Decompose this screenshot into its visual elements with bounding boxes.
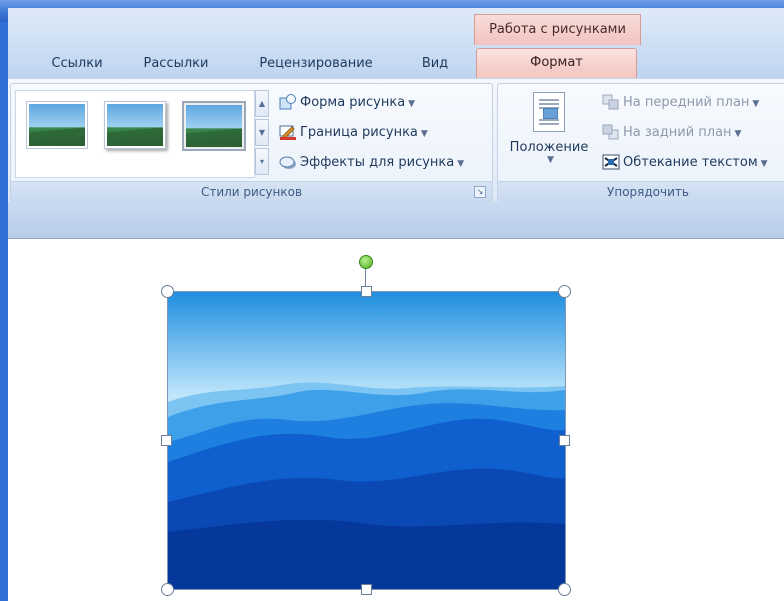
landscape-thumbnail <box>107 104 163 146</box>
gallery-scroll: ▲ ▼ ▾ <box>255 90 269 176</box>
picture-styles-gallery <box>15 90 255 178</box>
word-window: Работа с рисунками Ссылки Рассылки Рецен… <box>8 8 784 601</box>
resize-handle-top-right[interactable] <box>558 285 571 298</box>
bring-to-front-button[interactable]: На передний план ▼ <box>602 92 759 114</box>
send-to-back-button[interactable]: На задний план ▼ <box>602 122 741 144</box>
dialog-launcher-icon[interactable]: ↘ <box>474 186 486 198</box>
resize-handle-left[interactable] <box>161 435 172 446</box>
resize-handle-top[interactable] <box>361 286 372 297</box>
tab-view[interactable]: Вид <box>412 52 458 76</box>
contextual-tab-header: Работа с рисунками <box>474 14 641 45</box>
text-wrap-label: Обтекание текстом <box>623 155 758 170</box>
group-label-arrange: Упорядочить <box>498 181 784 202</box>
tab-format[interactable]: Формат <box>476 48 637 79</box>
text-wrap-button[interactable]: Обтекание текстом ▼ <box>602 152 768 174</box>
send-backward-icon <box>602 124 620 140</box>
gallery-more-button[interactable]: ▾ <box>255 148 269 175</box>
position-label: Положение <box>509 140 589 155</box>
group-label-picture-styles: Стили рисунков <box>11 181 492 202</box>
tab-review[interactable]: Рецензирование <box>248 52 384 76</box>
chevron-down-icon: ▼ <box>547 155 554 165</box>
chevron-down-icon: ▼ <box>752 99 760 109</box>
rotate-handle[interactable] <box>359 255 373 269</box>
picture-effects-label: Эффекты для рисунка <box>300 155 455 170</box>
landscape-thumbnail <box>29 104 85 146</box>
tab-references[interactable]: Ссылки <box>42 52 112 76</box>
position-icon <box>533 92 565 132</box>
document-canvas[interactable] <box>8 239 784 601</box>
picture-shape-button[interactable]: Форма рисунка ▼ <box>279 92 415 114</box>
picture-border-button[interactable]: Граница рисунка ▼ <box>279 122 428 144</box>
group-arrange: Положение ▼ На передний план ▼ На задний … <box>497 83 784 203</box>
ribbon: ▲ ▼ ▾ Форма рисунка ▼ Граница рисунка ▼ Эф… <box>8 78 784 203</box>
group-picture-styles: ▲ ▼ ▾ Форма рисунка ▼ Граница рисунка ▼ Эф… <box>10 83 493 203</box>
bring-to-front-label: На передний план <box>623 95 750 110</box>
chevron-down-icon: ▼ <box>408 99 416 109</box>
chevron-down-icon: ▼ <box>734 129 742 139</box>
picture-effects-icon <box>279 154 297 170</box>
resize-handle-top-left[interactable] <box>161 285 174 298</box>
position-button[interactable]: Положение ▼ <box>504 90 594 176</box>
landscape-thumbnail <box>186 105 242 147</box>
chevron-down-icon: ▼ <box>420 129 428 139</box>
chevron-down-icon: ▼ <box>457 159 465 169</box>
resize-handle-bottom-left[interactable] <box>161 583 174 596</box>
bring-forward-icon <box>602 94 620 110</box>
chevron-down-icon: ▼ <box>760 159 768 169</box>
picture-shape-label: Форма рисунка <box>300 95 406 110</box>
picture-style-thumb[interactable] <box>26 101 88 149</box>
picture-style-thumb[interactable] <box>104 101 166 149</box>
resize-handle-bottom-right[interactable] <box>558 583 571 596</box>
picture-style-thumb[interactable] <box>182 101 246 151</box>
picture-border-icon <box>279 124 297 140</box>
gallery-up-button[interactable]: ▲ <box>255 90 269 117</box>
picture-shape-icon <box>279 93 297 110</box>
gallery-down-button[interactable]: ▼ <box>255 119 269 146</box>
text-wrap-icon <box>602 154 620 170</box>
resize-handle-bottom[interactable] <box>361 584 372 595</box>
resize-handle-right[interactable] <box>559 435 570 446</box>
ribbon-bottom-band <box>8 202 784 239</box>
mountains-image <box>168 292 565 589</box>
picture-effects-button[interactable]: Эффекты для рисунка ▼ <box>279 152 464 174</box>
send-to-back-label: На задний план <box>623 125 732 140</box>
tab-mailings[interactable]: Рассылки <box>136 52 216 76</box>
picture-border-label: Граница рисунка <box>300 125 418 140</box>
selected-picture[interactable] <box>167 291 566 590</box>
ribbon-tabs: Работа с рисунками Ссылки Рассылки Рецен… <box>8 8 784 79</box>
